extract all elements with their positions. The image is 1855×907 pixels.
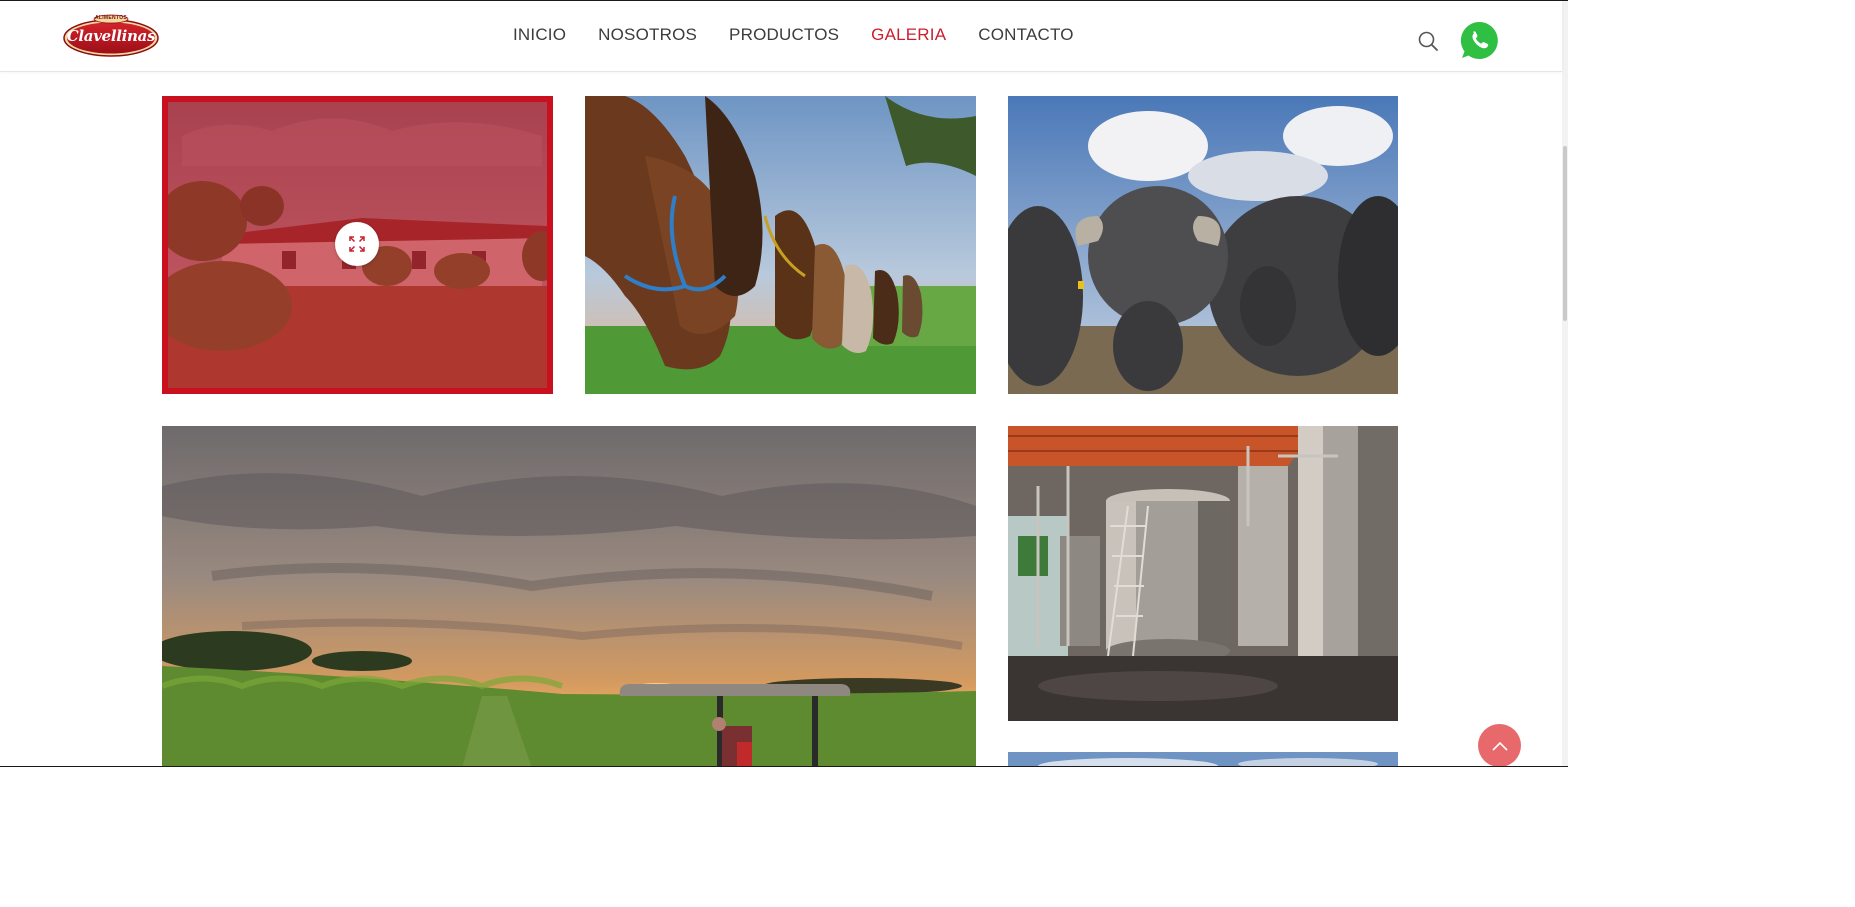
- search-icon[interactable]: [1417, 30, 1439, 52]
- logo-tagline: ALIMENTOS: [94, 15, 128, 21]
- gallery-item-dairy-tanks[interactable]: [1008, 426, 1398, 721]
- gallery-item-sky[interactable]: [1008, 752, 1398, 767]
- gallery-item-horses[interactable]: [585, 96, 976, 394]
- clavellinas-logo[interactable]: ALIMENTOS Clavellinas: [62, 14, 160, 58]
- nav-item-productos[interactable]: PRODUCTOS: [713, 25, 855, 45]
- logo-wordmark: Clavellinas: [66, 27, 156, 45]
- page-scrollbar[interactable]: [1562, 1, 1568, 767]
- nav-item-contacto[interactable]: CONTACTO: [962, 25, 1089, 45]
- whatsapp-icon[interactable]: [1459, 20, 1500, 61]
- scrollbar-thumb[interactable]: [1563, 146, 1567, 321]
- window-edge: [0, 766, 1568, 767]
- main-nav: INICIO NOSOTROS PRODUCTOS GALERIA CONTAC…: [497, 25, 1090, 45]
- gallery-item-farmhouse[interactable]: [162, 96, 553, 394]
- scroll-to-top-button[interactable]: [1478, 724, 1521, 767]
- nav-item-nosotros[interactable]: NOSOTROS: [582, 25, 713, 45]
- site-header: ALIMENTOS Clavellinas INICIO NOSOTROS PR…: [0, 1, 1562, 72]
- gallery-item-sugarcane-field[interactable]: [162, 426, 976, 767]
- gallery-page: ALIMENTOS Clavellinas INICIO NOSOTROS PR…: [0, 0, 1568, 767]
- nav-item-inicio[interactable]: INICIO: [497, 25, 582, 45]
- gallery-item-water-buffalo[interactable]: [1008, 96, 1398, 394]
- nav-item-galeria[interactable]: GALERIA: [855, 25, 962, 45]
- expand-icon[interactable]: [335, 222, 379, 266]
- chevron-up-icon: [1491, 741, 1508, 751]
